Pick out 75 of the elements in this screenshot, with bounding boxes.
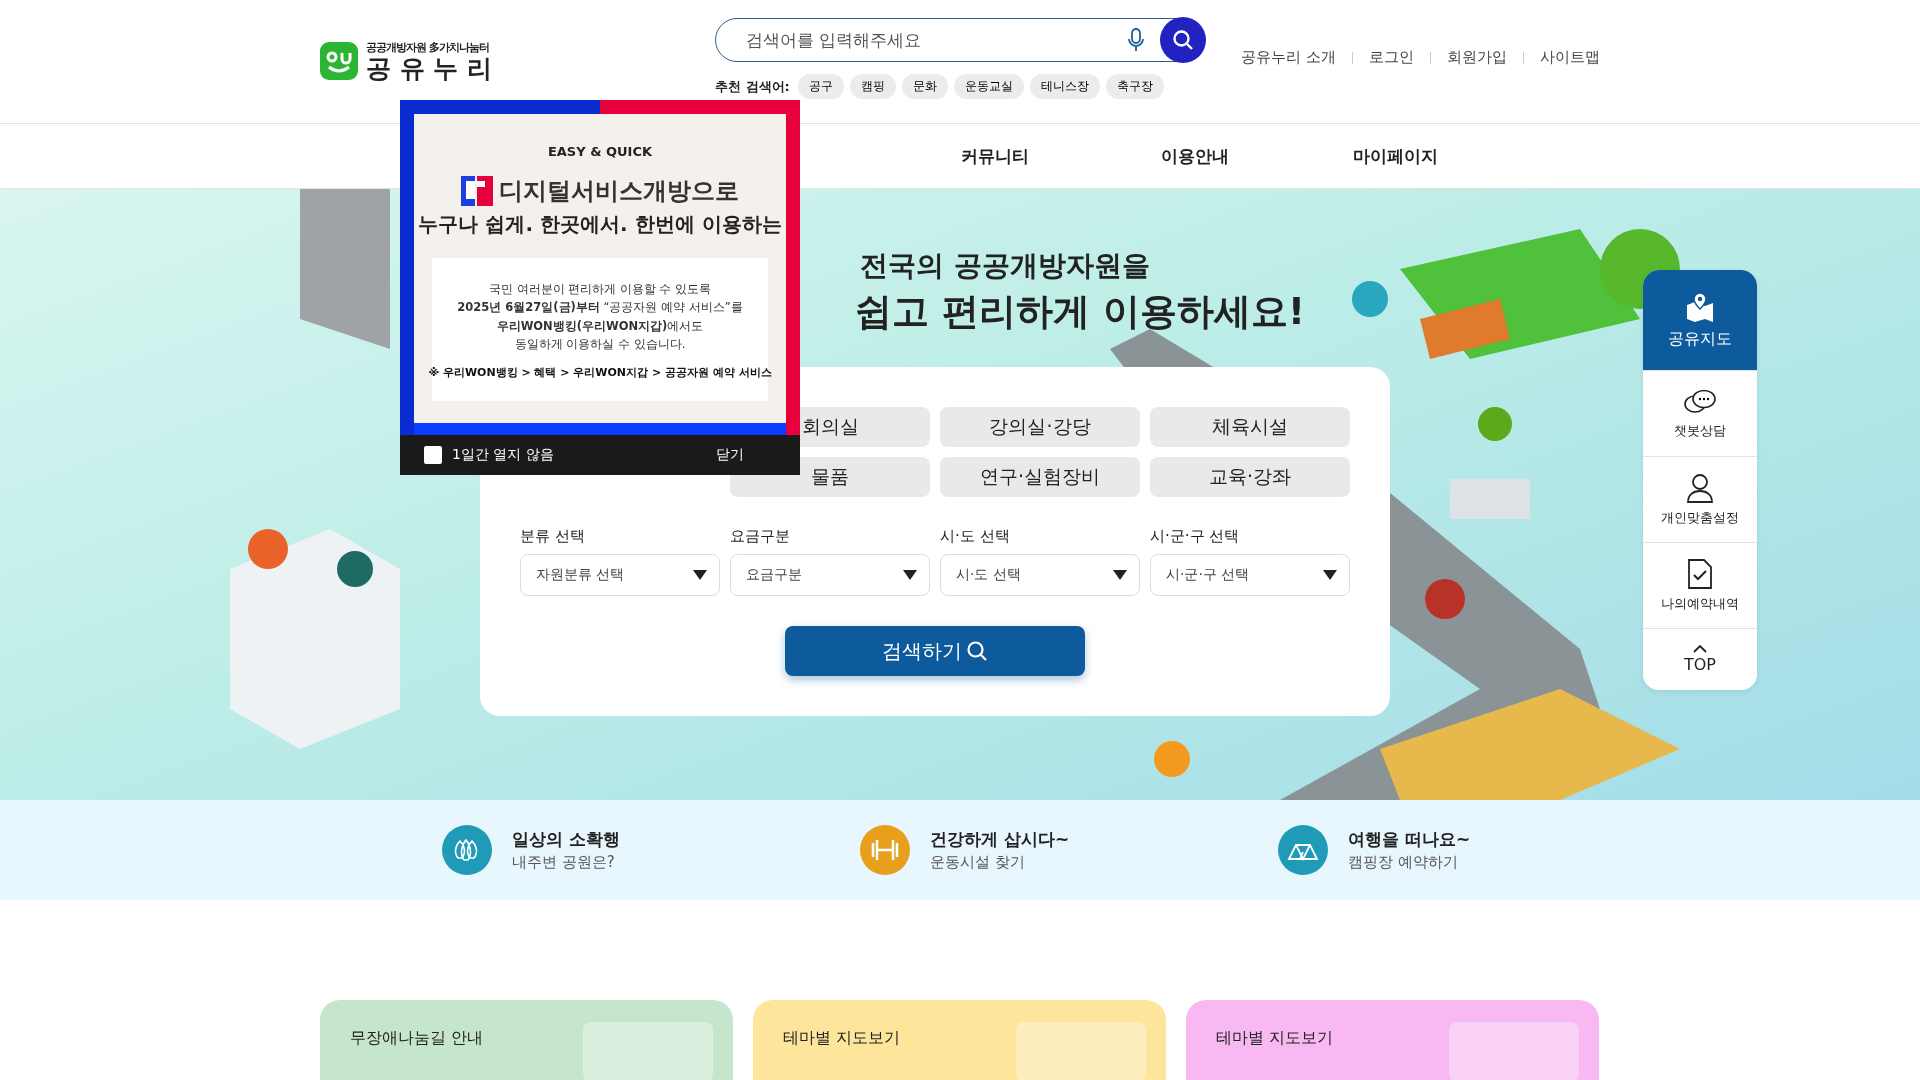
popup-kicker: EASY & QUICK (547, 144, 653, 159)
popup-logo-icon (461, 176, 493, 206)
person-icon (1686, 472, 1714, 503)
promo-subtitle: 운동시설 찾기 (930, 853, 1026, 872)
promo-title[interactable]: 건강하게 삽시다~ (930, 828, 1070, 851)
quick-menu-item[interactable]: TOP (1643, 628, 1757, 690)
popup-headline: 디지털서비스개방으로 (499, 176, 739, 207)
dropdown-arrow-icon (1323, 570, 1337, 580)
checkbox[interactable] (424, 446, 442, 465)
nav-menu-item[interactable]: 마이페이지 (1295, 144, 1495, 168)
category-button[interactable]: 연구·실험장비 (940, 457, 1140, 497)
promo-title[interactable]: 여행을 떠나요~ (1348, 828, 1471, 851)
logo-icon (320, 42, 358, 81)
keyword-chip[interactable]: 테니스장 (1029, 74, 1100, 99)
popup-text: 국민 여러분이 편리하게 이용할 수 있도록 (488, 281, 712, 298)
logo-tagline: 공공개방자원 多가치나눔터 (366, 40, 490, 55)
dropdown-arrow-icon (903, 570, 917, 580)
card-title: 테마별 지도보기 (1216, 1028, 1335, 1049)
quick-menu-item[interactable]: 챗봇상담 (1643, 370, 1757, 456)
popup-text: 2025년 6월27일(금)부터 “공공자원 예약 서비스”를 (457, 299, 743, 317)
feature-card[interactable]: 무장애나눔길 안내 (320, 1000, 733, 1080)
promo-subtitle: 캠핑장 예약하기 (1348, 853, 1459, 872)
filter-label: 분류 선택 (520, 527, 586, 546)
popup-headline: 누구나 쉽게. 한곳에서. 한번에 이용하는 (418, 211, 782, 238)
keyword-chip[interactable]: 캠핑 (849, 74, 896, 99)
chat-bubbles-icon (1683, 387, 1717, 416)
nav-menu-item[interactable]: 커뮤니티 (895, 144, 1095, 168)
popup-path-text: ※ 우리WON뱅킹 > 혜택 > 우리WON지갑 > 공공자원 예약 서비스 (428, 364, 772, 381)
filter-label: 요금구분 (730, 527, 791, 546)
popup-text: 우리WON뱅킹(우리WON지갑)에서도 (496, 317, 704, 335)
search-input[interactable]: 검색어를 입력해주세요 (744, 29, 1128, 51)
microphone-icon[interactable] (1128, 28, 1144, 52)
logo-name: 공 유 누 리 (366, 55, 493, 83)
dropdown-field[interactable]: 요금구분 (730, 554, 930, 596)
dropdown-field[interactable]: 시·도 선택 (940, 554, 1140, 596)
document-check-icon (1688, 558, 1712, 589)
category-button[interactable]: 체육시설 (1150, 407, 1350, 447)
quick-menu-item[interactable]: 나의예약내역 (1643, 542, 1757, 628)
checkbox-label[interactable]: 1일간 열지 않음 (452, 446, 554, 465)
top-link[interactable]: 회원가입 (1447, 48, 1507, 67)
top-link[interactable]: 사이트맵 (1540, 48, 1600, 67)
dropdown-field[interactable]: 자원분류 선택 (520, 554, 720, 596)
quick-menu-item[interactable]: 개인맞춤설정 (1643, 456, 1757, 542)
search-icon (1172, 29, 1194, 51)
keyword-chip[interactable]: 운동교실 (953, 74, 1024, 99)
promo-title[interactable]: 일상의 소확행 (512, 828, 620, 851)
hero-title: 쉽고 편리하게 이용하세요! (855, 289, 1305, 335)
feature-card[interactable]: 테마별 지도보기 (753, 1000, 1166, 1080)
top-link[interactable]: 공유누리 소개 (1241, 48, 1336, 67)
filter-label: 시·도 선택 (940, 527, 1011, 546)
category-button[interactable]: 강의실·강당 (940, 407, 1140, 447)
top-link[interactable]: 로그인 (1369, 48, 1414, 67)
feature-card[interactable]: 테마별 지도보기 (1186, 1000, 1599, 1080)
dropdown-arrow-icon (693, 570, 707, 580)
caret-up-icon (1693, 645, 1707, 653)
search-icon (966, 640, 988, 662)
card-title: 테마별 지도보기 (783, 1028, 902, 1049)
popup-text: 동일하게 이용하실 수 있습니다. (514, 336, 686, 354)
keyword-chip[interactable]: 공구 (797, 74, 844, 99)
dropdown-arrow-icon (1113, 570, 1127, 580)
search-button[interactable]: 검색하기 (785, 626, 1085, 676)
keyword-chip[interactable]: 축구장 (1105, 74, 1164, 99)
recommended-label: 추천 검색어: (715, 77, 790, 96)
nav-menu-item[interactable]: 이용안내 (1095, 144, 1295, 168)
filter-label: 시·군·구 선택 (1150, 527, 1241, 546)
category-button[interactable]: 교육·강좌 (1150, 457, 1350, 497)
keyword-chip[interactable]: 문화 (901, 74, 948, 99)
dropdown-field[interactable]: 시·군·구 선택 (1150, 554, 1350, 596)
hero-title: 전국의 공공개방자원을 (860, 248, 1150, 284)
card-title: 무장애나눔길 안내 (350, 1028, 485, 1049)
promo-icon[interactable] (1278, 825, 1328, 875)
promo-subtitle: 내주변 공원은? (512, 853, 616, 872)
search-button[interactable] (1160, 17, 1206, 63)
quick-menu-item[interactable]: 공유지도 (1643, 270, 1757, 370)
promo-icon[interactable] (442, 825, 492, 875)
